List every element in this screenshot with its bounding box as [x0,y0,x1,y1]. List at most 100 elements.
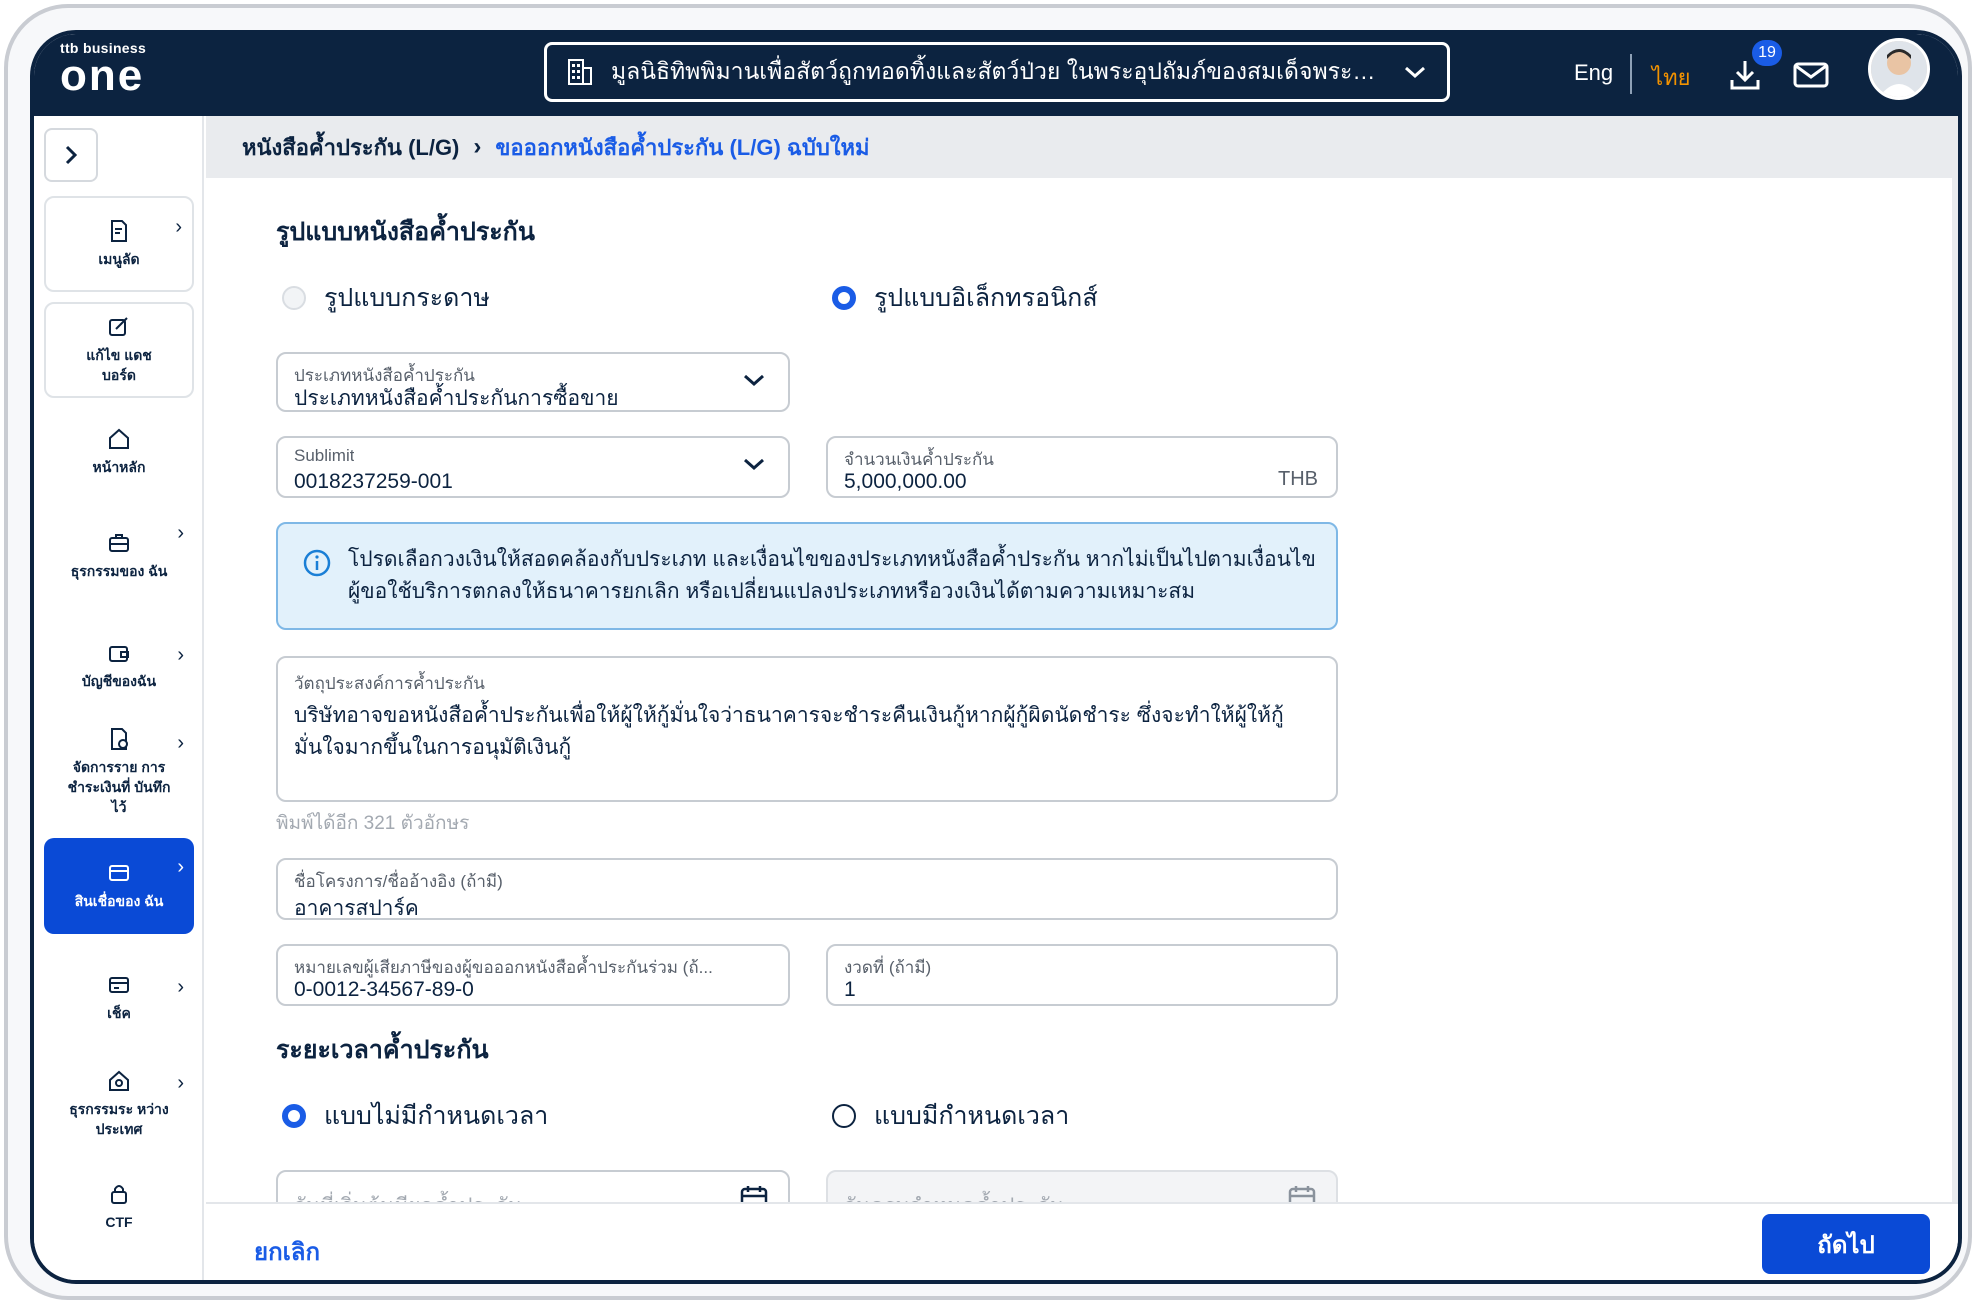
sidebar-item-ctf[interactable]: CTF [44,1172,194,1242]
calendar-icon[interactable] [740,1184,768,1202]
brand-logo[interactable]: ttb business one [60,40,146,98]
mail-icon[interactable] [1792,58,1830,92]
radio-indicator [282,1104,306,1128]
end-date-input: วันครบกำหนดค้ำประกัน [826,1170,1338,1202]
sidebar-item-label: สินเชื่อของ ฉัน [74,893,164,909]
shortcut-doc-icon [111,220,127,242]
chevron-right-icon: › [177,644,184,666]
wallet-icon [109,646,129,662]
chevron-down-icon [744,458,764,471]
radio-period-fixed[interactable]: แบบมีกำหนดเวลา [832,1096,1069,1136]
sidebar-expand-button[interactable] [44,128,98,182]
chevron-right-icon: › [175,216,182,238]
sidebar-item-label: แก้ไข แดชบอร์ด [86,347,152,383]
field-value: 0-0012-34567-89-0 [294,978,474,1001]
field-value: 1 [844,978,856,1001]
chevron-right-icon: › [177,732,184,754]
chevron-right-icon: › [473,133,482,160]
sidebar-item-my-accounts[interactable]: บัญชีของฉัน › [44,626,194,706]
field-label: วัตถุประสงค์การค้ำประกัน [294,674,485,693]
sidebar-item-label: จัดการราย การชำระเงินที่ บันทึกไว้ [67,759,171,815]
sidebar-item-label: เมนูลัด [98,251,140,267]
chevron-down-icon [1405,66,1425,79]
breadcrumb: หนังสือค้ำประกัน (L/G) › ขอออกหนังสือค้ำ… [206,116,1958,178]
sidebar-item-my-loans[interactable]: สินเชื่อของ ฉัน › [44,838,194,934]
period-section-title: ระยะเวลาค้ำประกัน [276,1036,489,1064]
field-placeholder: วันที่เริ่มต้นมีผลค้ำประกัน [294,1190,522,1202]
lang-english[interactable]: Eng [1574,60,1613,86]
field-value: 0018237259-001 [294,470,453,493]
edit-icon [109,317,128,336]
radio-label: แบบมีกำหนดเวลา [874,1102,1070,1130]
download-count-badge: 19 [1752,40,1782,66]
chevron-right-icon: › [177,976,184,998]
sidebar-item-my-transactions[interactable]: ธุรกรรมของ ฉัน › [44,504,194,608]
sidebar-item-label: ธุรกรรมของ ฉัน [70,563,168,579]
guarantee-amount-input[interactable]: จำนวนเงินค้ำประกัน 5,000,000.00 THB [826,436,1338,498]
chevron-right-icon [65,145,78,165]
field-label: หมายเลขผู้เสียภาษีของผู้ขอออกหนังสือค้ำป… [294,958,713,977]
field-value: 5,000,000.00 [844,470,967,493]
lg-type-select[interactable]: ประเภทหนังสือค้ำประกัน ประเภทหนังสือค้ำป… [276,352,790,412]
company-name: มูลนิธิทิพพิมานเพื่อสัตว์ถูกทอดทิ้งและสั… [611,58,1385,84]
project-name-input[interactable]: ชื่อโครงการ/ชื่ออ้างอิง (ถ้ามี) อาคารสปา… [276,858,1338,920]
form-footer: ยกเลิก ถัดไป [206,1202,1958,1280]
info-icon [303,549,331,577]
app-screen: ttb business one มูลนิธิทิพพิมานเพื่อสัต… [30,30,1962,1284]
radio-format-electronic[interactable]: รูปแบบอิเล็กทรอนิกส์ [832,278,1098,318]
sidebar-item-home[interactable]: หน้าหลัก [44,412,194,492]
sidebar-item-international[interactable]: ธุรกรรมระ หว่างประเทศ › [44,1054,194,1154]
sidebar-item-shortcut[interactable]: เมนูลัด › [44,196,194,292]
currency-unit: THB [1278,468,1318,490]
sidebar-item-label: ธุรกรรมระ หว่างประเทศ [69,1101,169,1137]
radio-label: รูปแบบกระดาษ [324,284,490,312]
sidebar-item-cheque[interactable]: เช็ค › [44,958,194,1038]
radio-indicator [832,286,856,310]
field-label: Sublimit [294,446,355,465]
company-selector[interactable]: มูลนิธิทิพพิมานเพื่อสัตว์ถูกทอดทิ้งและสั… [544,42,1450,102]
home-icon [109,428,129,449]
breadcrumb-parent-link[interactable]: หนังสือค้ำประกัน (L/G) [242,130,459,165]
radio-indicator [282,286,306,310]
next-button[interactable]: ถัดไป [1762,1214,1930,1274]
top-bar: ttb business one มูลนิธิทิพพิมานเพื่อสัต… [34,34,1958,116]
info-text: โปรดเลือกวงเงินให้สอดคล้องกับประเภท และเ… [348,548,1316,603]
field-label: ชื่อโครงการ/ชื่ออ้างอิง (ถ้ามี) [294,872,503,891]
radio-format-paper[interactable]: รูปแบบกระดาษ [282,278,490,318]
field-placeholder: วันครบกำหนดค้ำประกัน [844,1190,1064,1202]
sidebar: เมนูลัด › แก้ไข แดชบอร์ด หน้าหลัก ธุรกรร… [34,116,204,1280]
sublimit-select[interactable]: Sublimit 0018237259-001 [276,436,790,498]
chevron-right-icon: › [177,856,184,878]
field-label: จำนวนเงินค้ำประกัน [844,450,994,469]
avatar-person-icon [1871,41,1927,97]
device-frame: ttb business one มูลนิธิทิพพิมานเพื่อสัต… [4,4,1972,1300]
lang-thai[interactable]: ไทย [1652,60,1690,95]
briefcase-icon [109,534,129,552]
info-notice: โปรดเลือกวงเงินให้สอดคล้องกับประเภท และเ… [276,522,1338,630]
start-date-input[interactable]: วันที่เริ่มต้นมีผลค้ำประกัน [276,1170,790,1202]
scroll-gutter [1952,178,1958,1202]
logo-big-text: one [60,51,145,100]
building-icon [568,59,592,85]
sidebar-item-label: เช็ค [107,1005,131,1021]
sidebar-item-saved-payments[interactable]: จัดการราย การชำระเงินที่ บันทึกไว้ › [44,714,194,830]
co-applicant-taxid-input[interactable]: หมายเลขผู้เสียภาษีของผู้ขอออกหนังสือค้ำป… [276,944,790,1006]
field-value: บริษัทอาจขอหนังสือค้ำประกันเพื่อให้ผู้ให… [294,704,1284,759]
sidebar-item-label: CTF [105,1214,133,1230]
guarantee-purpose-textarea[interactable]: วัตถุประสงค์การค้ำประกัน บริษัทอาจขอหนัง… [276,656,1338,802]
cheque-icon [109,977,129,993]
lock-icon [111,1185,127,1204]
user-avatar[interactable] [1868,38,1930,100]
sidebar-item-edit-dashboard[interactable]: แก้ไข แดชบอร์ด [44,302,194,398]
installment-input[interactable]: งวดที่ (ถ้ามี) 1 [826,944,1338,1006]
field-value: ประเภทหนังสือค้ำประกันการซื้อขาย [294,387,619,410]
char-count-hint: พิมพ์ได้อีก 321 ตัวอักษร [276,813,470,834]
radio-period-open[interactable]: แบบไม่มีกำหนดเวลา [282,1096,548,1136]
cancel-button[interactable]: ยกเลิก [254,1232,320,1271]
sidebar-item-label: บัญชีของฉัน [81,673,157,689]
radio-label: รูปแบบอิเล็กทรอนิกส์ [874,284,1098,312]
field-value: อาคารสปาร์ค [294,897,419,920]
chevron-right-icon: › [177,1072,184,1094]
lang-divider [1630,54,1632,94]
calendar-icon [1288,1186,1316,1202]
